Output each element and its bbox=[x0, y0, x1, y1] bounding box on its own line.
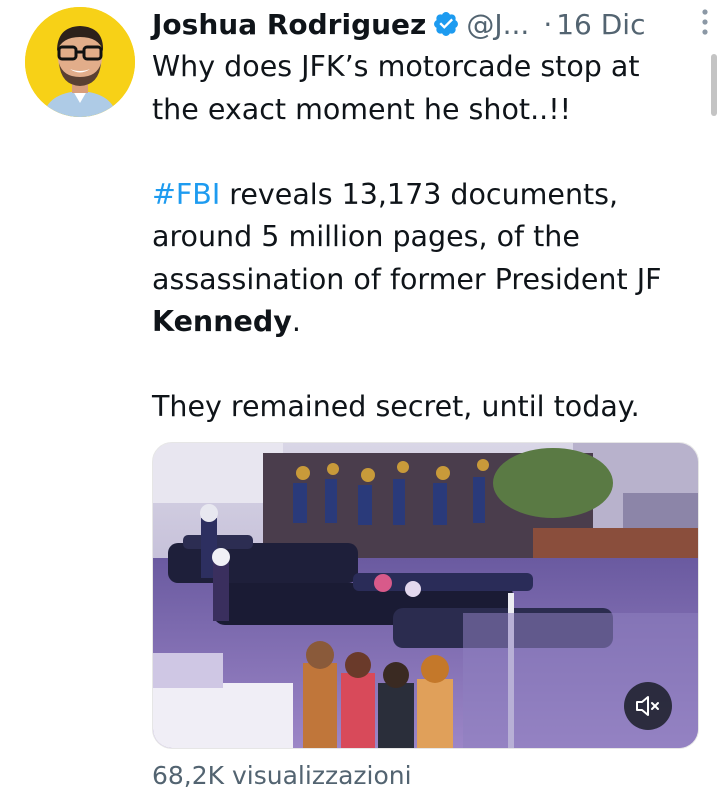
header-separator: · bbox=[543, 7, 553, 41]
tweet-text-line: Why does JFK’s motorcade stop at bbox=[152, 50, 640, 83]
hashtag-link[interactable]: #FBI bbox=[152, 178, 220, 211]
volume-muted-icon[interactable] bbox=[624, 682, 672, 730]
tweet-text-line: the exact moment he shot..!! bbox=[152, 92, 572, 126]
tweet-text-segment: . bbox=[291, 305, 301, 338]
tweet-text-line: #FBI reveals 13,173 documents, bbox=[152, 174, 697, 217]
tweet-date[interactable]: 16 Dic bbox=[556, 8, 645, 41]
tweet-header: Joshua Rodriguez @J... · 16 Dic bbox=[152, 4, 697, 44]
tweet-text-segment: reveals 13,173 documents, bbox=[220, 177, 619, 211]
tweet-text-line: They remained secret, until today. bbox=[152, 390, 640, 423]
scrollbar[interactable] bbox=[711, 54, 717, 116]
author-handle[interactable]: @J... bbox=[466, 8, 529, 41]
tweet-text: Why does JFK’s motorcade stop at the exa… bbox=[152, 46, 697, 429]
tweet-text-line: around 5 million pages, of the bbox=[152, 220, 580, 253]
tweet[interactable]: Joshua Rodriguez @J... · 16 Dic Why does… bbox=[0, 0, 717, 809]
video-player[interactable] bbox=[152, 442, 699, 749]
bold-text: Kennedy bbox=[152, 305, 292, 338]
author-name[interactable]: Joshua Rodriguez bbox=[152, 8, 426, 41]
author-avatar[interactable] bbox=[25, 7, 135, 117]
tweet-text-line: Kennedy. bbox=[152, 301, 697, 344]
verified-badge-icon bbox=[432, 10, 460, 38]
video-frame bbox=[153, 443, 698, 748]
more-vertical-icon[interactable] bbox=[695, 4, 715, 40]
tweet-text-line: assassination of former President JF bbox=[152, 262, 662, 296]
view-count[interactable]: 68,2K visualizzazioni bbox=[152, 761, 412, 790]
avatar-portrait bbox=[25, 7, 135, 117]
